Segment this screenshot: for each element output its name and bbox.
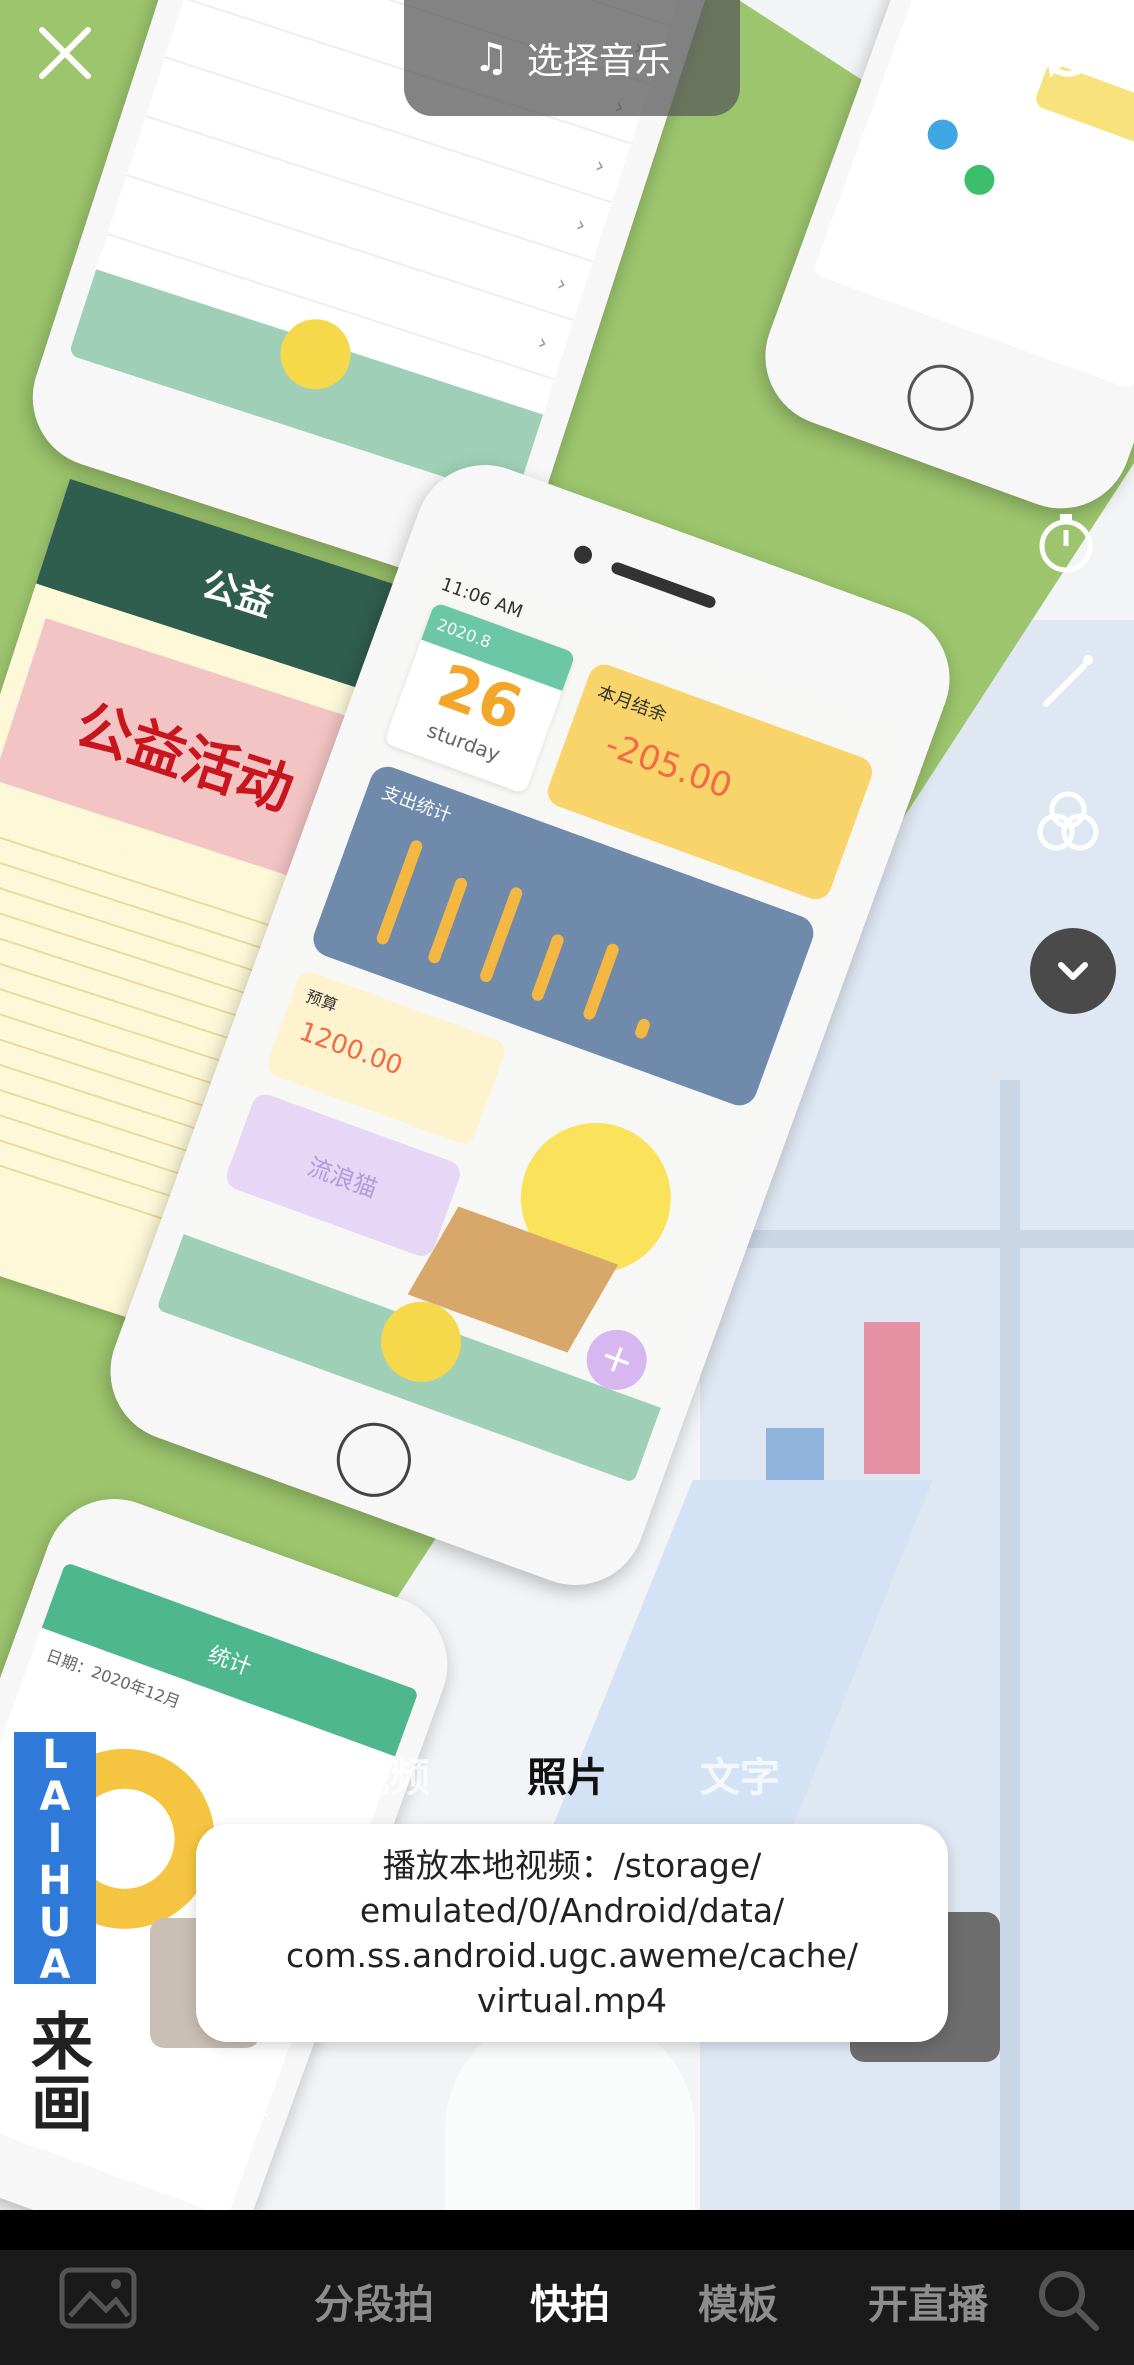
filters-icon[interactable] <box>1026 780 1110 864</box>
flash-off-icon[interactable] <box>1026 150 1110 234</box>
map-road <box>1000 1080 1020 2210</box>
close-icon[interactable] <box>30 18 100 88</box>
laihua-logo-cn: 来画 <box>20 2009 93 2133</box>
music-note-icon: ♫ <box>473 35 509 81</box>
user-name: 文鹿一天 <box>142 2084 271 2122</box>
mode-video[interactable]: 视频 <box>350 1745 430 1803</box>
playback-toast: 播放本地视频：/storage/ emulated/0/Android/data… <box>196 1824 948 2042</box>
expand-more-chevron-icon[interactable] <box>1030 928 1116 1014</box>
tab-go-live[interactable]: 开直播 <box>868 2272 988 2330</box>
select-music-label: 选择音乐 <box>526 41 671 82</box>
settings-gear-icon[interactable] <box>1026 290 1110 374</box>
tab-quick-shoot[interactable]: 快拍 <box>530 2272 610 2330</box>
select-music-button[interactable]: ♫ 选择音乐 <box>404 0 740 116</box>
beauty-wand-icon[interactable] <box>1026 640 1110 724</box>
bottom-separator <box>0 2210 1134 2250</box>
toast-message: 播放本地视频：/storage/ emulated/0/Android/data… <box>286 1846 858 2020</box>
flip-camera-icon[interactable] <box>1026 10 1110 94</box>
date-card: 2020.8 26 sturday <box>383 601 576 795</box>
mode-photo[interactable]: 照片 <box>527 1745 607 1803</box>
gallery-icon[interactable] <box>58 2260 144 2332</box>
tab-segment-shoot[interactable]: 分段拍 <box>314 2272 434 2330</box>
tab-templates[interactable]: 模板 <box>698 2272 778 2330</box>
mode-text[interactable]: 文字 <box>700 1745 780 1803</box>
search-icon[interactable] <box>1030 2262 1104 2336</box>
map-building <box>864 1322 920 1474</box>
camera-mode-switcher: 视频 照片 文字 <box>0 1745 1134 1825</box>
timer-icon[interactable] <box>1026 500 1110 584</box>
